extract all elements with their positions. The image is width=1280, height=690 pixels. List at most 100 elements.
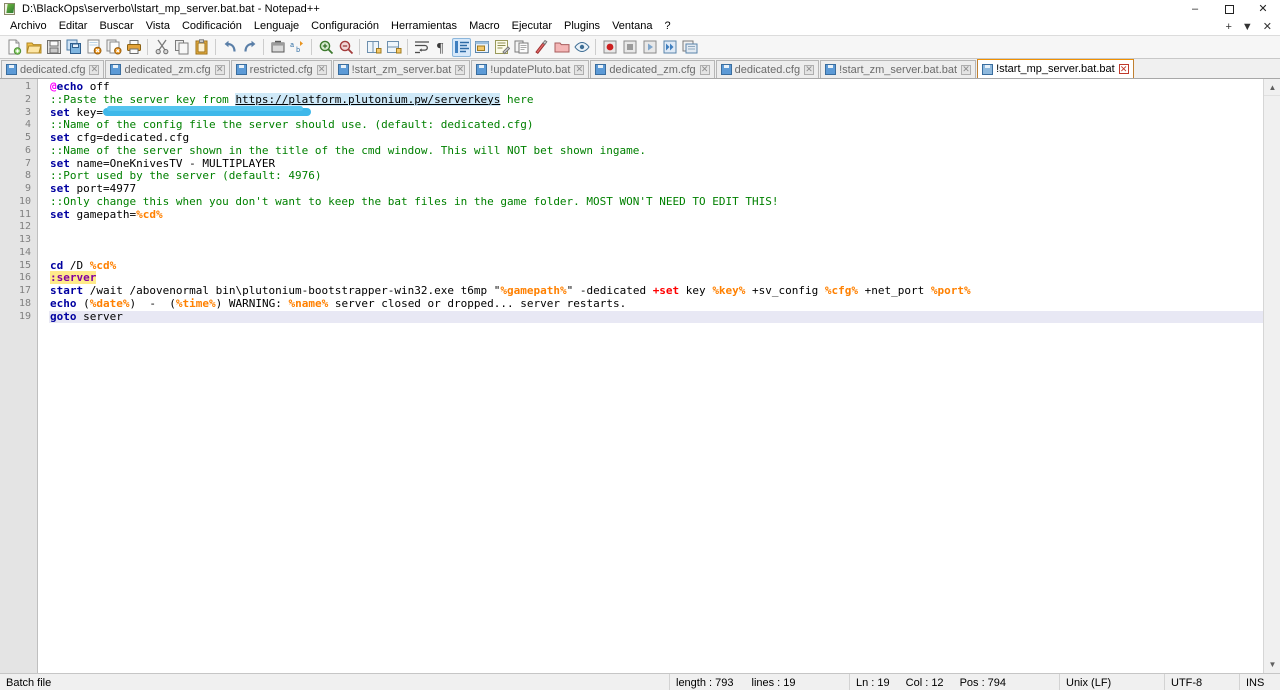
editor-area[interactable]: 1 2 3 4 5 6 7 8 9 10 11 12 13 14 15 16 17 18 19 @echo off:… <box>0 79 1280 673</box>
code-token: +set <box>652 284 680 297</box>
save-file-icon <box>720 64 732 75</box>
code-line[interactable]: ::Only change this when you don't want t… <box>49 194 1280 209</box>
chevron-down-icon[interactable]: ▼ <box>1242 21 1253 33</box>
replace-icon[interactable]: ab <box>288 38 307 57</box>
code-token: set <box>50 105 70 119</box>
tab-start-mp-server-bat-bat[interactable]: !start_mp_server.bat.bat ✕ <box>977 59 1134 78</box>
code-line[interactable]: ::Port used by the server (default: 4976… <box>49 169 1280 183</box>
menu-item-ejecutar[interactable]: Ejecutar <box>506 18 558 35</box>
tab-updatepluto-bat[interactable]: !updatePluto.bat ✕ <box>471 60 590 78</box>
zoom-in-icon[interactable] <box>316 38 335 57</box>
code-line[interactable]: set gamepath=%cd% <box>49 208 1280 222</box>
code-line[interactable] <box>49 221 1280 234</box>
code-token: %port% <box>930 284 971 297</box>
menu-item-help[interactable]: ? <box>658 18 676 35</box>
show-ui-icon[interactable] <box>472 38 491 57</box>
toolbar-separator <box>407 39 408 55</box>
scroll-up-arrow-icon[interactable]: ▲ <box>1264 79 1280 96</box>
code-line[interactable] <box>49 247 1280 260</box>
tab-close-icon[interactable]: ✕ <box>89 64 100 75</box>
code-token: %time% <box>175 296 216 310</box>
tab-dedicated-cfg-2[interactable]: dedicated.cfg ✕ <box>715 60 820 78</box>
tab-close-icon[interactable]: ✕ <box>699 64 710 75</box>
code-line[interactable]: ::Paste the server key from https://plat… <box>49 92 1280 107</box>
tab-restricted-cfg[interactable]: restricted.cfg ✕ <box>230 60 332 78</box>
close-window-button[interactable]: ✕ <box>1246 0 1280 18</box>
tab-dedicated-zm-cfg-2[interactable]: dedicated_zm.cfg ✕ <box>590 60 715 78</box>
code-line[interactable] <box>49 234 1280 247</box>
monitoring-icon[interactable] <box>572 38 591 57</box>
status-length: length : 793 <box>676 676 734 689</box>
menu-item-configuracion[interactable]: Configuración <box>305 18 385 35</box>
menu-item-lenguaje[interactable]: Lenguaje <box>248 18 305 35</box>
find-icon[interactable] <box>268 38 287 57</box>
tab-close-icon[interactable]: ✕ <box>574 64 585 75</box>
close-document-icon[interactable]: ✕ <box>1263 21 1272 33</box>
tab-dedicated-zm-cfg[interactable]: dedicated_zm.cfg ✕ <box>105 60 230 78</box>
indent-guide-icon[interactable] <box>452 37 471 57</box>
close-file-icon[interactable] <box>84 38 103 57</box>
tab-close-icon[interactable]: ✕ <box>804 64 815 75</box>
zoom-out-icon[interactable] <box>336 38 355 57</box>
maximize-button[interactable] <box>1212 0 1246 18</box>
menu-item-herramientas[interactable]: Herramientas <box>385 18 463 35</box>
menu-item-codificacion[interactable]: Codificación <box>176 18 248 35</box>
code-line[interactable]: ::Name of the config file the server sho… <box>49 118 1280 132</box>
macro-run-multiple-icon[interactable] <box>660 38 679 57</box>
svg-text:a: a <box>290 42 294 50</box>
code-token: name=OneKnivesTV - MULTIPLAYER <box>69 156 276 170</box>
macro-playback-icon[interactable] <box>640 38 659 57</box>
code-line[interactable]: cd /D %cd% <box>49 259 1280 273</box>
code-line[interactable]: goto server <box>49 310 1280 324</box>
function-list-icon[interactable] <box>532 38 551 57</box>
tab-close-icon[interactable]: ✕ <box>214 64 225 75</box>
tab-label: !start_zm_server.bat <box>351 63 452 76</box>
sync-horizontal-icon[interactable] <box>384 38 403 57</box>
paste-icon[interactable] <box>192 38 211 57</box>
cut-icon[interactable] <box>152 38 171 57</box>
tab-start-zm-server-bat-bat[interactable]: !start_zm_server.bat.bat ✕ <box>820 60 977 78</box>
minimize-button[interactable]: – <box>1178 0 1212 18</box>
tab-close-icon[interactable]: ✕ <box>455 64 466 75</box>
copy-icon[interactable] <box>172 38 191 57</box>
undo-icon[interactable] <box>220 38 239 57</box>
menu-item-editar[interactable]: Editar <box>53 18 94 35</box>
print-icon[interactable] <box>124 38 143 57</box>
user-define-dialog-icon[interactable] <box>492 38 511 57</box>
show-all-chars-icon[interactable]: ¶ <box>432 38 451 57</box>
open-file-icon[interactable] <box>24 38 43 57</box>
tab-close-icon[interactable]: ✕ <box>316 64 327 75</box>
word-wrap-icon[interactable] <box>412 38 431 57</box>
sync-vertical-icon[interactable] <box>364 38 383 57</box>
document-map-icon[interactable] <box>512 38 531 57</box>
scroll-down-arrow-icon[interactable]: ▼ <box>1264 656 1280 673</box>
new-tab-plus-icon[interactable]: + <box>1225 21 1231 33</box>
save-all-icon[interactable] <box>64 38 83 57</box>
tab-dedicated-cfg[interactable]: dedicated.cfg ✕ <box>1 60 105 78</box>
save-icon[interactable] <box>44 38 63 57</box>
tab-label: !start_zm_server.bat.bat <box>839 63 958 76</box>
macro-stop-icon[interactable] <box>620 38 639 57</box>
menu-item-macro[interactable]: Macro <box>463 18 506 35</box>
macro-record-icon[interactable] <box>600 38 619 57</box>
macro-save-icon[interactable] <box>680 38 699 57</box>
menu-item-buscar[interactable]: Buscar <box>93 18 139 35</box>
menu-item-vista[interactable]: Vista <box>140 18 176 35</box>
tab-close-icon[interactable]: ✕ <box>1118 64 1129 74</box>
line-number: 1 <box>24 81 31 92</box>
code-token: ::Only change this when you don't want t… <box>50 194 779 208</box>
menu-item-archivo[interactable]: Archivo <box>4 18 53 35</box>
folder-as-workspace-icon[interactable] <box>552 38 571 57</box>
redo-icon[interactable] <box>240 38 259 57</box>
menu-item-ventana[interactable]: Ventana <box>606 18 658 35</box>
close-all-icon[interactable] <box>104 38 123 57</box>
code-folding-column[interactable] <box>38 79 49 673</box>
tab-close-icon[interactable]: ✕ <box>961 64 972 75</box>
notepad-plus-plus-icon <box>3 2 17 16</box>
menu-item-plugins[interactable]: Plugins <box>558 18 606 35</box>
new-file-icon[interactable] <box>4 38 23 57</box>
code-line[interactable]: echo (%date%) - (%time%) WARNING: %name%… <box>49 296 1280 311</box>
vertical-scrollbar[interactable]: ▲ ▼ <box>1263 79 1280 673</box>
tab-start-zm-server-bat[interactable]: !start_zm_server.bat ✕ <box>332 60 471 78</box>
code-text-area[interactable]: @echo off::Paste the server key from htt… <box>49 79 1280 673</box>
